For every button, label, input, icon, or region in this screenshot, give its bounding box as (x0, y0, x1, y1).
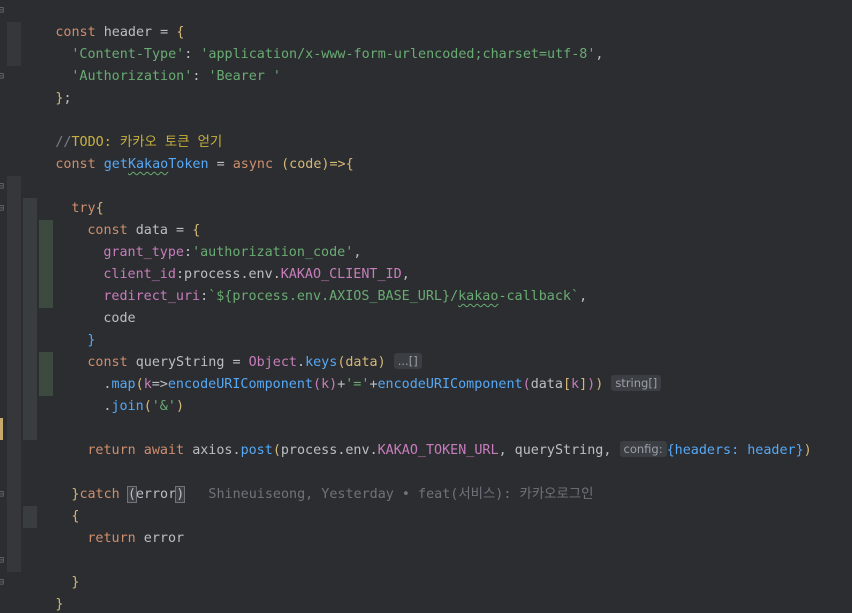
fold-icon[interactable]: ⊟ (0, 203, 6, 214)
code-line-15: } (0, 308, 852, 348)
fold-icon[interactable]: ⊟ (0, 555, 6, 566)
fold-icon[interactable]: ⊟ (0, 577, 6, 588)
indent-guide (39, 374, 53, 396)
indent-guide (7, 44, 21, 66)
indent-guide (7, 308, 21, 330)
change-marker[interactable] (0, 418, 3, 440)
indent-guide (39, 220, 53, 242)
indent-guide (23, 374, 37, 396)
code-line-19 (0, 396, 852, 418)
indent-guide (39, 352, 53, 374)
code-line-9: ⊟ try{ (0, 176, 852, 216)
code-line-17: .map(k=>encodeURIComponent(k)+'='+encode… (0, 352, 852, 392)
code-line-12: client_id:process.env.KAKAO_CLIENT_ID, (0, 242, 852, 282)
indent-guide (23, 418, 37, 440)
function-name: getKakaoToken (103, 157, 209, 172)
code-line-18: .join('&') (0, 374, 852, 414)
indent-guide (39, 286, 53, 308)
code-line-10: ⊟ const data = { (0, 198, 852, 238)
operator: = (208, 157, 233, 172)
fold-icon[interactable]: ⊟ (0, 71, 6, 82)
code-editor[interactable]: ⊟ const header = { 'Content-Type': 'appl… (0, 0, 852, 613)
indent-guide (23, 242, 37, 264)
indent-guide (7, 264, 21, 286)
indent-guide (7, 462, 21, 484)
code-line-27: ⊟ } (0, 572, 852, 612)
indent-guide (7, 550, 21, 572)
indent-guide (7, 528, 21, 550)
indent-guide (7, 440, 21, 462)
indent-guide (39, 264, 53, 286)
code-line-6: //TODO: 카카오 토큰 얻기 (0, 110, 852, 150)
fold-icon[interactable]: ⊟ (0, 489, 6, 500)
indent-guide (7, 176, 21, 198)
code-line-24: return error (0, 506, 852, 546)
indent-guide (7, 198, 21, 220)
code-line-11: grant_type:'authorization_code', (0, 220, 852, 260)
fold-icon[interactable]: ⊟ (0, 5, 6, 16)
code-line-14: code (0, 286, 852, 326)
fold-icon[interactable]: ⊟ (0, 181, 6, 192)
code-line-4: ⊟ }; (0, 66, 852, 106)
indent-guide (39, 242, 53, 264)
indent-guide (23, 330, 37, 352)
brace: } (55, 597, 64, 612)
indent-guide (23, 198, 37, 220)
async-keyword: async (232, 157, 274, 172)
code-line-21 (0, 440, 852, 462)
indent-guide (7, 374, 21, 396)
indent-guide (7, 22, 21, 44)
semicolon: ; (63, 91, 72, 106)
code-line-22: }catch (error) Shineuiseong, Yesterday •… (0, 462, 852, 503)
indent-guide (7, 396, 21, 418)
indent-guide (7, 220, 21, 242)
indent-guide (23, 286, 37, 308)
code-line-2: 'Content-Type': 'application/x-www-form-… (0, 22, 852, 62)
code-line-1: ⊟ const header = { (0, 0, 852, 40)
indent-guide (23, 220, 37, 242)
indent-guide (23, 264, 37, 286)
code-line-26: ⊟ } (0, 550, 852, 590)
indent-guide (7, 484, 21, 506)
indent-guide (23, 506, 37, 528)
indent-guide (7, 330, 21, 352)
indent-guide (7, 352, 21, 374)
indent-guide (23, 396, 37, 418)
code-line-16: const queryString = Object.keys(data) ..… (0, 330, 852, 370)
params: (code)=>{ (281, 157, 354, 172)
code-line-13: redirect_uri:`${process.env.AXIOS_BASE_U… (0, 264, 852, 304)
code-line-20: return await axios.post(process.env.KAKA… (0, 418, 852, 458)
code-line-3: 'Authorization': 'Bearer ' (0, 44, 852, 84)
indent-guide (7, 506, 21, 528)
code-line-7: const getKakaoToken = async (code)=>{ (0, 132, 852, 172)
indent-guide (7, 242, 21, 264)
indent-guide (7, 418, 21, 440)
indent-guide (7, 286, 21, 308)
keyword: const (55, 157, 96, 172)
code-line-23: ⊟ { (0, 484, 852, 524)
indent-guide (23, 352, 37, 374)
code-line-25 (0, 528, 852, 550)
indent-guide (23, 308, 37, 330)
